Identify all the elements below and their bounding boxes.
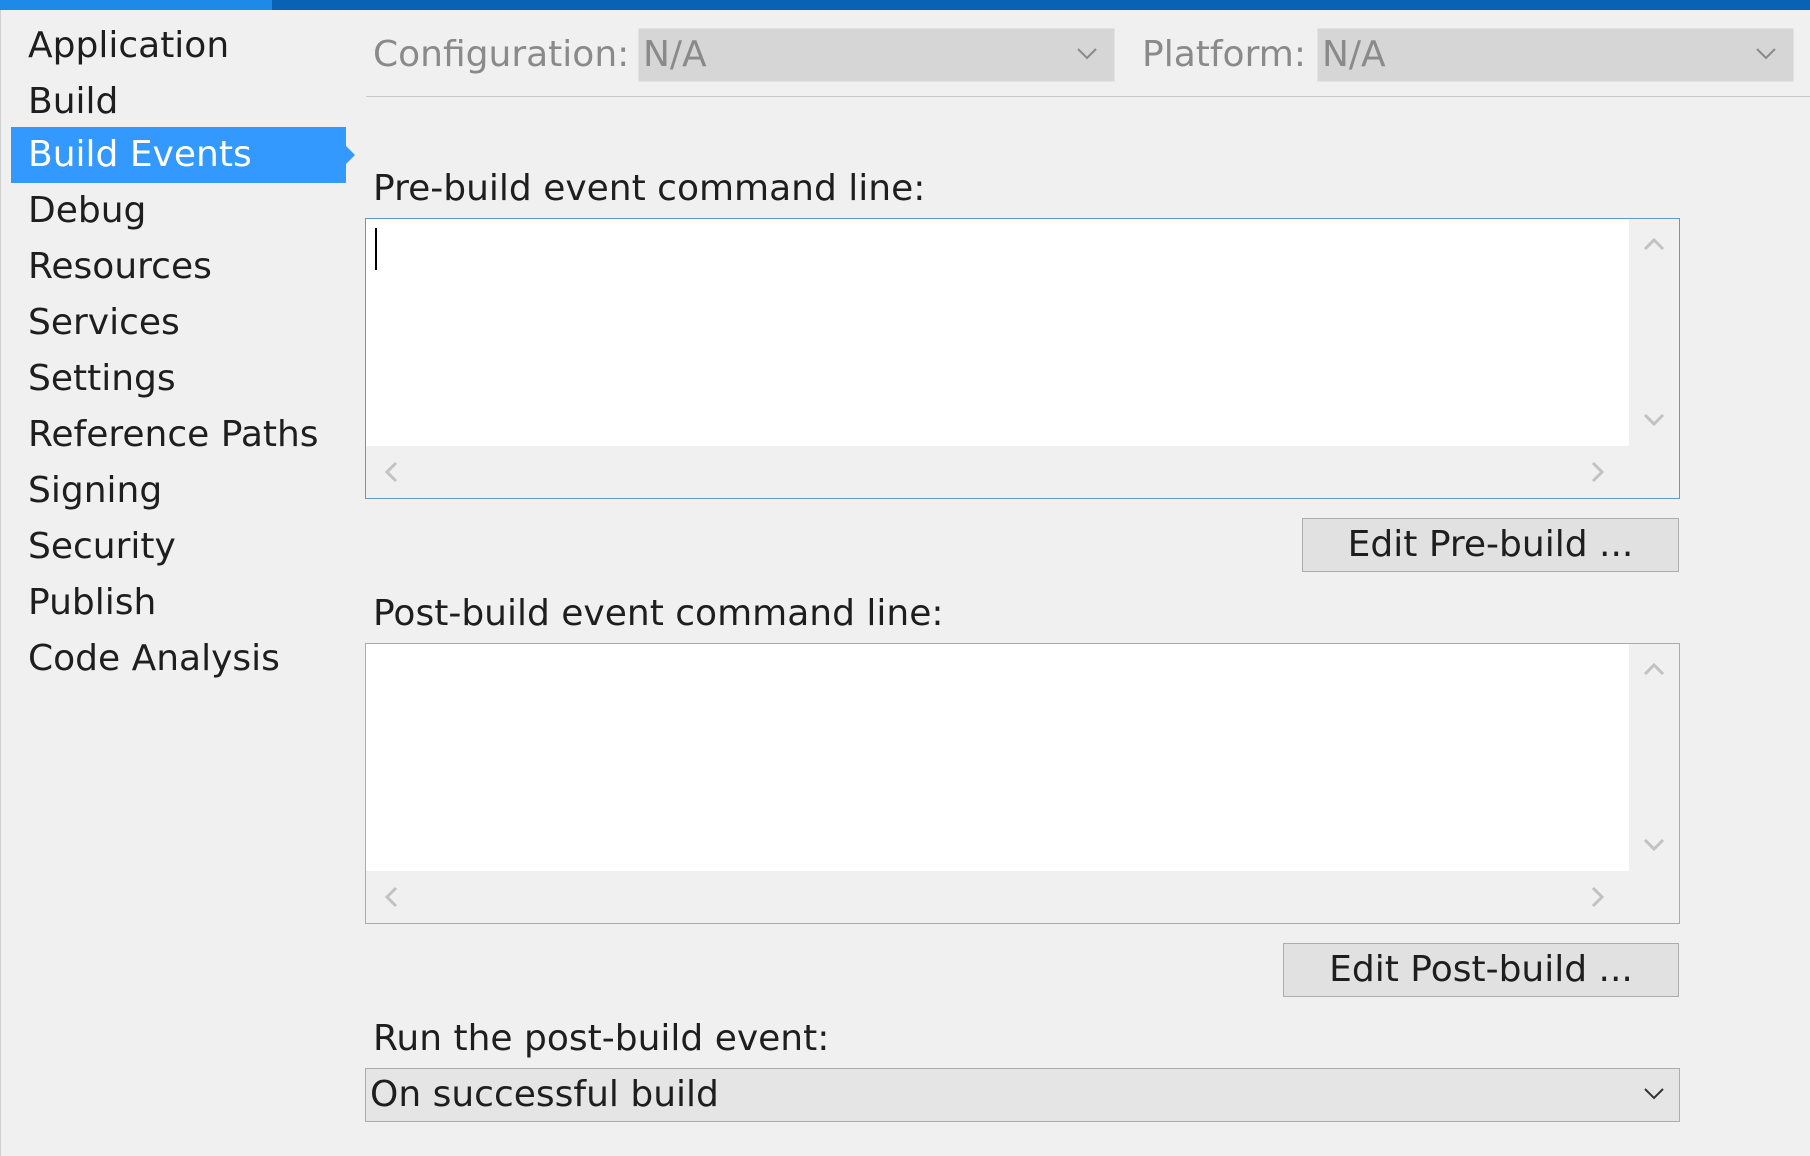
sidebar-item-build[interactable]: Build (11, 74, 346, 130)
sidebar-item-application[interactable]: Application (11, 18, 346, 74)
platform-combobox[interactable]: N/A (1317, 28, 1794, 82)
pre-build-textarea[interactable] (365, 218, 1680, 499)
scroll-left-icon[interactable] (384, 886, 398, 908)
run-post-build-select[interactable]: On successful build (365, 1068, 1680, 1122)
platform-label: Platform: (1142, 34, 1306, 75)
post-build-label: Post-build event command line: (373, 593, 944, 634)
edit-pre-build-button[interactable]: Edit Pre-build ... (1302, 518, 1679, 572)
configuration-value: N/A (643, 34, 707, 75)
scroll-left-icon[interactable] (384, 461, 398, 483)
platform-value: N/A (1322, 34, 1386, 75)
sidebar-item-code-analysis[interactable]: Code Analysis (11, 631, 346, 687)
sidebar-item-services[interactable]: Services (11, 295, 346, 351)
scroll-down-icon[interactable] (1643, 838, 1665, 852)
pre-build-horizontal-scrollbar[interactable] (366, 446, 1679, 498)
run-post-build-label: Run the post-build event: (373, 1018, 830, 1059)
chevron-down-icon (1756, 48, 1776, 60)
post-build-horizontal-scrollbar[interactable] (366, 871, 1679, 923)
scroll-up-icon[interactable] (1643, 662, 1665, 676)
scroll-up-icon[interactable] (1643, 237, 1665, 251)
pre-build-label: Pre-build event command line: (373, 168, 926, 209)
title-bar-accent (0, 0, 272, 10)
chevron-down-icon (1644, 1088, 1664, 1100)
sidebar-item-resources[interactable]: Resources (11, 239, 346, 295)
sidebar-item-publish[interactable]: Publish (11, 575, 346, 631)
post-build-vertical-scrollbar[interactable] (1629, 644, 1679, 872)
configuration-label: Configuration: (373, 34, 630, 75)
edit-post-build-button[interactable]: Edit Post-build ... (1283, 943, 1679, 997)
sidebar-item-signing[interactable]: Signing (11, 463, 346, 519)
pre-build-vertical-scrollbar[interactable] (1629, 219, 1679, 447)
chevron-down-icon (1077, 48, 1097, 60)
sidebar-item-build-events[interactable]: Build Events (11, 127, 355, 183)
configuration-combobox[interactable]: N/A (638, 28, 1115, 82)
text-caret (375, 228, 377, 270)
scroll-right-icon[interactable] (1591, 461, 1605, 483)
scroll-down-icon[interactable] (1643, 413, 1665, 427)
scroll-right-icon[interactable] (1591, 886, 1605, 908)
header-divider (366, 96, 1810, 97)
post-build-textarea[interactable] (365, 643, 1680, 924)
run-post-build-value: On successful build (370, 1074, 719, 1115)
sidebar-item-reference-paths[interactable]: Reference Paths (11, 407, 346, 463)
sidebar-item-settings[interactable]: Settings (11, 351, 346, 407)
sidebar: Application Build Build Events Debug Res… (0, 10, 355, 1156)
sidebar-item-debug[interactable]: Debug (11, 183, 346, 239)
sidebar-item-security[interactable]: Security (11, 519, 346, 575)
title-bar (0, 0, 1810, 10)
